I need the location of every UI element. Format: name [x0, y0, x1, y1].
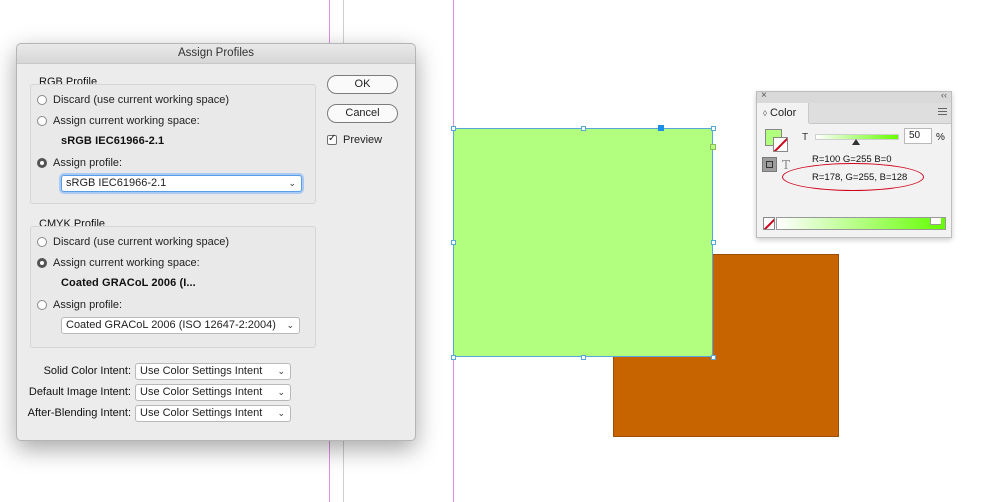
solid-intent-label: Solid Color Intent: [43, 365, 131, 377]
tint-unit: % [936, 132, 945, 143]
blending-intent-label: After-Blending Intent: [27, 407, 131, 419]
handle-reference-point[interactable] [658, 125, 664, 131]
rgb-assign-profile-radio[interactable] [37, 158, 47, 168]
handle-bottom-left[interactable] [451, 355, 456, 360]
rgb-discard-option[interactable]: Discard (use current working space) [37, 92, 229, 108]
checkmark-icon: ✓ [328, 133, 337, 144]
solid-intent-select[interactable]: Use Color Settings Intent ⌄ [135, 363, 291, 380]
rgb-assign-current-radio[interactable] [37, 116, 47, 126]
annotation-ellipse [782, 163, 924, 191]
cmyk-assign-profile-label: Assign profile: [53, 299, 123, 311]
none-swatch[interactable] [763, 217, 775, 230]
rgb-discard-radio[interactable] [37, 95, 47, 105]
rgb-current-space: sRGB IEC61966-2.1 [61, 135, 165, 147]
preview-checkbox[interactable]: ✓ [327, 133, 337, 145]
cmyk-current-space: Coated GRACoL 2006 (I... [61, 277, 196, 289]
collapse-icon[interactable]: ‹‹ [941, 90, 947, 100]
chevron-down-icon: ⌄ [277, 408, 285, 418]
container-toggle-icon[interactable] [762, 157, 777, 172]
stroke-swatch[interactable] [773, 137, 788, 152]
handle-top-mid[interactable] [581, 126, 586, 131]
tab-color-label: Color [770, 107, 797, 119]
assign-profiles-dialog: Assign Profiles RGB Profile Discard (use… [16, 43, 416, 441]
rgb-profile-select-value: sRGB IEC61966-2.1 [66, 177, 167, 189]
panel-top-bar: × ‹‹ [757, 90, 951, 103]
panel-menu-icon[interactable] [938, 108, 947, 115]
image-intent-label: Default Image Intent: [28, 386, 131, 398]
image-intent-select[interactable]: Use Color Settings Intent ⌄ [135, 384, 291, 401]
blending-intent-select[interactable]: Use Color Settings Intent ⌄ [135, 405, 291, 422]
none-slash-icon [764, 218, 774, 229]
handle-bottom-right[interactable] [711, 355, 716, 360]
tint-letter: T [802, 132, 809, 143]
cmyk-assign-current-option[interactable]: Assign current working space: [37, 255, 200, 271]
ok-button[interactable]: OK [327, 75, 398, 94]
cmyk-assign-current-radio[interactable] [37, 258, 47, 268]
handle-bottom-mid[interactable] [581, 355, 586, 360]
dialog-title: Assign Profiles [17, 44, 415, 64]
chevron-down-icon: ⌄ [277, 366, 285, 376]
color-ramp[interactable] [776, 217, 946, 230]
tint-slider-thumb[interactable] [852, 139, 860, 145]
panel-menu-icon-bar [938, 111, 947, 112]
rgb-discard-label: Discard (use current working space) [53, 94, 230, 106]
tab-arrows-icon: ◊ [763, 109, 767, 118]
tab-color[interactable]: ◊ Color [757, 103, 809, 123]
chevron-down-icon: ⌄ [288, 178, 296, 188]
panel-header [809, 103, 951, 124]
rgb-profile-select[interactable]: sRGB IEC61966-2.1 ⌄ [61, 175, 302, 192]
out-port-handle[interactable] [710, 144, 716, 150]
handle-mid-right[interactable] [711, 240, 716, 245]
cmyk-profile-select[interactable]: Coated GRACoL 2006 (ISO 12647-2:2004) ⌄ [61, 317, 300, 334]
rgb-assign-current-option[interactable]: Assign current working space: [37, 113, 200, 129]
cmyk-discard-option[interactable]: Discard (use current working space) [37, 234, 229, 250]
image-intent-value: Use Color Settings Intent [140, 386, 263, 398]
close-icon[interactable]: × [761, 90, 767, 101]
preview-label: Preview [343, 134, 383, 146]
rgb-assign-profile-option[interactable]: Assign profile: [37, 155, 122, 171]
container-square-icon [766, 161, 773, 168]
handle-mid-left[interactable] [451, 240, 456, 245]
cmyk-profile-select-value: Coated GRACoL 2006 (ISO 12647-2:2004) [66, 319, 276, 331]
chevron-down-icon: ⌄ [277, 387, 285, 397]
cmyk-assign-profile-radio[interactable] [37, 300, 47, 310]
chevron-down-icon: ⌄ [286, 320, 294, 330]
handle-top-left[interactable] [451, 126, 456, 131]
tint-value: 50 [909, 130, 921, 141]
none-slash-icon [774, 138, 787, 151]
preview-option[interactable]: ✓ Preview [327, 132, 382, 148]
rgb-assign-profile-label: Assign profile: [53, 157, 123, 169]
cancel-button[interactable]: Cancel [327, 104, 398, 123]
cmyk-discard-radio[interactable] [37, 237, 47, 247]
cmyk-assign-profile-option[interactable]: Assign profile: [37, 297, 122, 313]
handle-top-right[interactable] [711, 126, 716, 131]
solid-intent-value: Use Color Settings Intent [140, 365, 263, 377]
tint-value-field[interactable]: 50 [904, 128, 932, 144]
ramp-white-swatch[interactable] [930, 218, 941, 225]
blending-intent-value: Use Color Settings Intent [140, 407, 263, 419]
cmyk-assign-current-label: Assign current working space: [53, 257, 200, 269]
cmyk-discard-label: Discard (use current working space) [53, 236, 230, 248]
green-rectangle[interactable] [453, 128, 713, 357]
rgb-assign-current-label: Assign current working space: [53, 115, 200, 127]
